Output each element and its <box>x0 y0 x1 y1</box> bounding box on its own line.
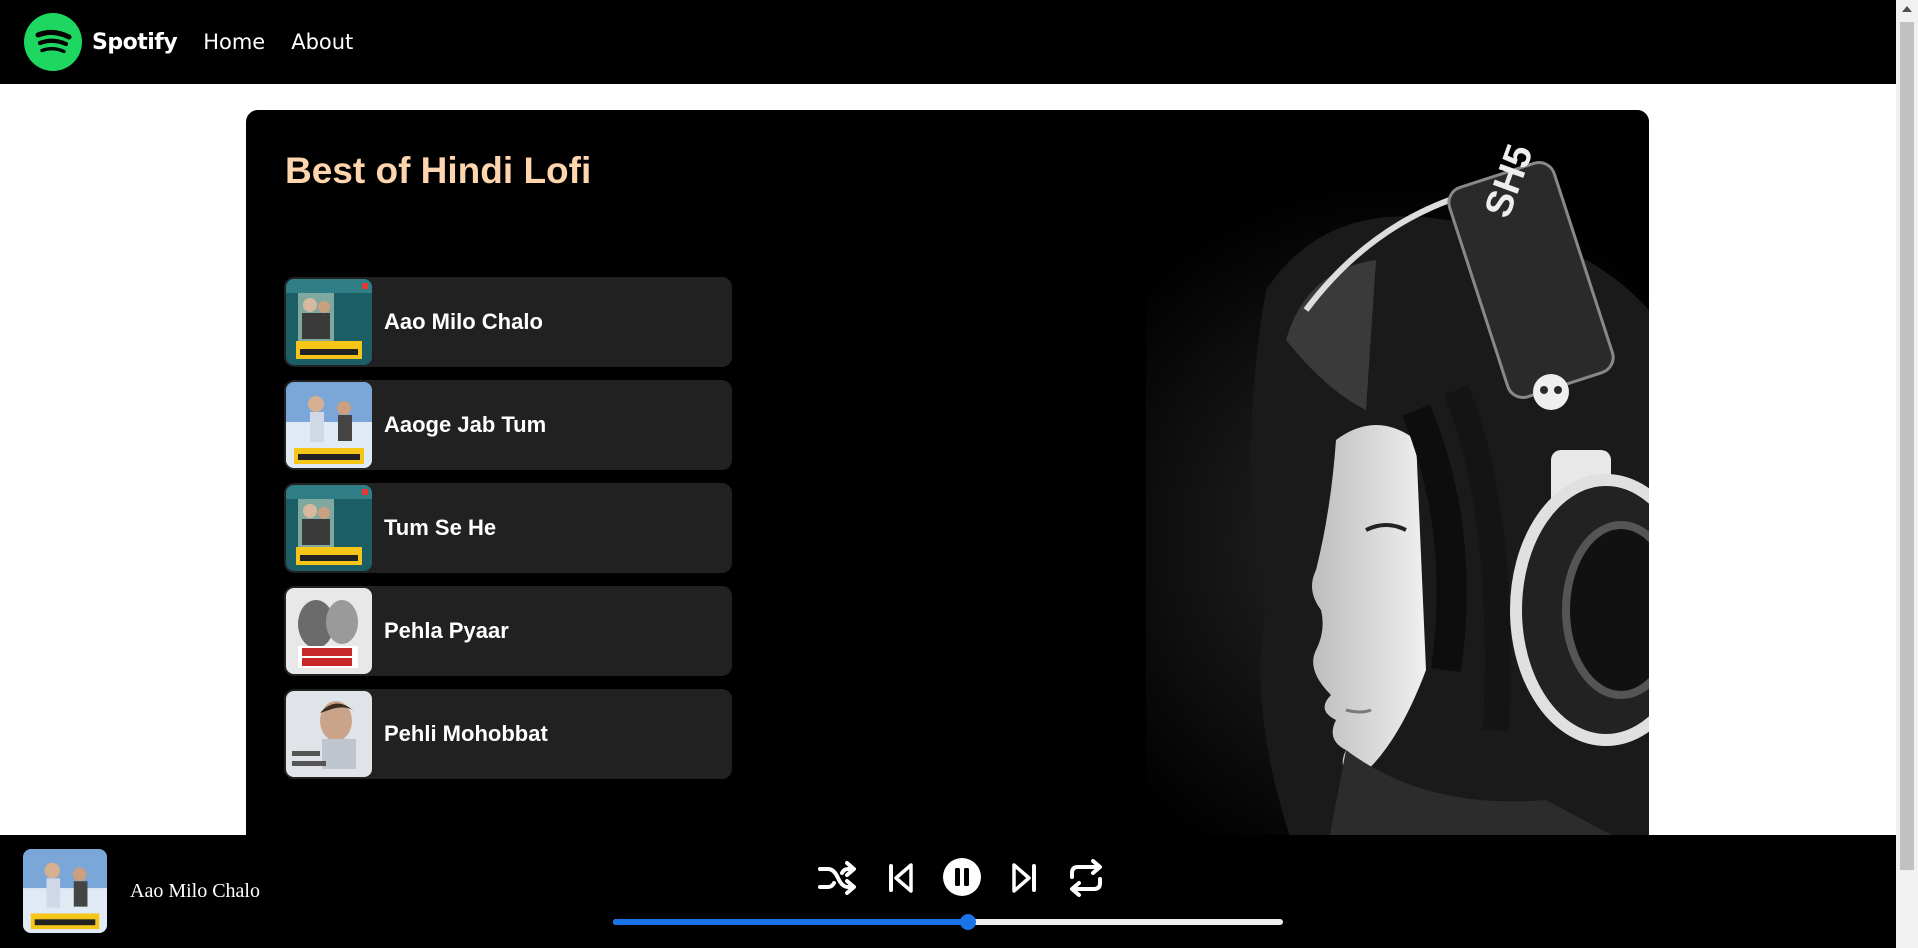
player-bar: Aao Milo Chalo <box>0 835 1896 948</box>
progress-fill <box>613 919 969 925</box>
scroll-thumb[interactable] <box>1900 22 1914 870</box>
jab-we-met-cover-image <box>286 382 372 468</box>
song-title: Pehla Pyaar <box>384 618 509 643</box>
song-item-tum-se-he[interactable]: Tum Se He <box>284 483 732 573</box>
song-list: Aao Milo Chalo Aaoge Jab Tum Tum Se He P… <box>284 277 732 792</box>
pehli-mohobbat-cover-image <box>286 691 372 777</box>
kabir-singh-cover-image <box>286 588 372 674</box>
song-item-pehla-pyaar[interactable]: Pehla Pyaar <box>284 586 732 676</box>
nav-link-about[interactable]: About <box>291 30 353 54</box>
previous-icon[interactable] <box>887 862 915 894</box>
now-playing-cover-image <box>23 849 107 933</box>
nav-link-home[interactable]: Home <box>203 30 265 54</box>
shuffle-icon[interactable] <box>818 861 856 895</box>
song-title: Tum Se He <box>384 515 497 540</box>
progress-slider[interactable] <box>613 914 1283 930</box>
spotify-logo-icon[interactable] <box>24 13 82 71</box>
next-icon[interactable] <box>1010 862 1038 894</box>
repeat-icon[interactable] <box>1066 859 1106 897</box>
jab-we-met-cover-image <box>286 485 372 571</box>
song-item-aao-milo-chalo[interactable]: Aao Milo Chalo <box>284 277 732 367</box>
song-title: Pehli Mohobbat <box>384 721 548 746</box>
song-item-pehli-mohobbat[interactable]: Pehli Mohobbat <box>284 689 732 779</box>
song-item-aaoge-jab-tum[interactable]: Aaoge Jab Tum <box>284 380 732 470</box>
pause-icon[interactable] <box>942 857 982 897</box>
page-scrollbar[interactable] <box>1896 0 1918 948</box>
song-title: Aao Milo Chalo <box>384 309 543 334</box>
playback-controls <box>812 855 1112 899</box>
song-title: Aaoge Jab Tum <box>384 412 547 437</box>
top-navbar: Spotify Home About <box>0 0 1896 84</box>
scroll-up-arrow-icon[interactable] <box>1902 6 1912 12</box>
playlist-card: SH5 Best of Hindi Lofi Aao Milo Chalo Aa… <box>246 110 1649 855</box>
playlist-title: Best of Hindi Lofi <box>285 150 592 191</box>
jab-we-met-cover-image <box>286 279 372 365</box>
progress-knob[interactable] <box>960 914 977 930</box>
brand-name[interactable]: Spotify <box>92 30 178 55</box>
now-playing-title: Aao Milo Chalo <box>130 880 260 902</box>
